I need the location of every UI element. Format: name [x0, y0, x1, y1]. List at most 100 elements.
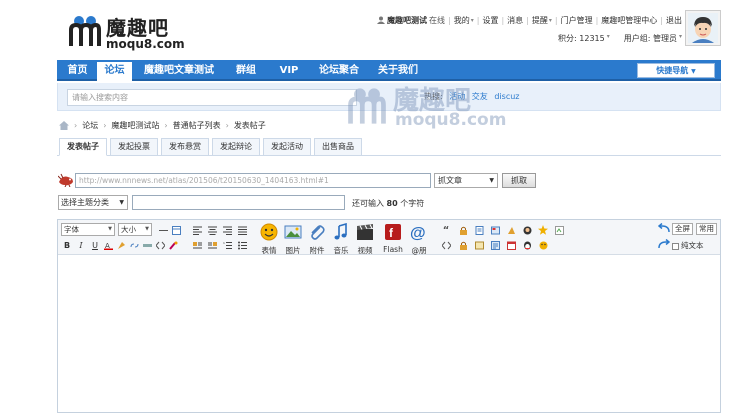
size-select[interactable]: 大小 ▼ [118, 223, 152, 236]
underline-icon[interactable]: U [90, 240, 100, 250]
topic-category-select[interactable]: 选择主题分类 ▼ [58, 195, 128, 210]
user-toolbar: 魔趣吧测试 在线 | 我的 ▾ | 设置 | 消息 | 提醒 ▾ | 门户管理 | … [377, 14, 682, 26]
font-color-icon[interactable]: A [103, 240, 113, 250]
font-select[interactable]: 字体 ▼ [61, 223, 115, 236]
chevron-down-icon: ▼ [145, 226, 149, 232]
attachment-button[interactable]: 附件 [306, 223, 328, 256]
messages-link[interactable]: 消息 [507, 15, 523, 26]
plaintext-toggle[interactable]: 纯文本 [672, 240, 704, 252]
hide-content-icon[interactable] [458, 240, 468, 250]
chevron-down-icon: ▼ [119, 199, 124, 206]
emoticon-button[interactable]: 表情 [258, 223, 280, 256]
link-icon[interactable] [129, 240, 139, 250]
notifications-link[interactable]: 提醒 [532, 15, 548, 26]
main-nav: 首页 论坛 魔趣吧文章测试 群组 VIP 论坛聚合 关于我们 快捷导航 ▼ [57, 60, 721, 81]
nav-item-aggregate[interactable]: 论坛聚合 [314, 60, 364, 81]
editor-content-area[interactable] [58, 256, 720, 412]
tab-trade[interactable]: 出售商品 [314, 138, 362, 156]
avatar[interactable] [685, 10, 721, 46]
free-content-icon[interactable] [474, 240, 484, 250]
format-brush-icon[interactable] [168, 240, 178, 250]
align-right-icon[interactable] [222, 225, 232, 235]
nav-item-about[interactable]: 关于我们 [373, 60, 423, 81]
page-icon[interactable] [474, 225, 484, 235]
watermark-logo-icon [348, 88, 386, 124]
code-icon[interactable] [155, 240, 165, 250]
portal-admin-link[interactable]: 门户管理 [561, 15, 593, 26]
flash-button[interactable]: f Flash [380, 223, 406, 254]
avatar-face-icon [688, 13, 718, 43]
qq-icon[interactable] [522, 240, 532, 250]
tab-reward[interactable]: 发布悬赏 [161, 138, 209, 156]
char-count: 80 [386, 199, 398, 208]
breadcrumb-forum[interactable]: 论坛 [82, 120, 98, 131]
table-icon[interactable] [171, 225, 181, 235]
calendar-icon[interactable] [506, 240, 516, 250]
post-type-tabs: 发表帖子 发起投票 发布悬赏 发起辩论 发起活动 出售商品 [59, 138, 365, 156]
profile-icon[interactable] [522, 225, 532, 235]
image-button[interactable]: 图片 [282, 223, 304, 256]
usergroup-link[interactable]: 用户组: 管理员 [624, 33, 677, 44]
star-icon[interactable] [538, 225, 548, 235]
music-button[interactable]: 音乐 [330, 222, 352, 256]
align-left-icon[interactable] [192, 225, 202, 235]
float-left-icon[interactable] [192, 240, 202, 250]
nav-item-forum[interactable]: 论坛 [97, 60, 132, 81]
site-logo[interactable]: 魔趣吧 moqu8.com [68, 10, 198, 51]
title-input[interactable] [132, 195, 345, 210]
nav-item-home[interactable]: 首页 [60, 60, 95, 81]
breadcrumb-list[interactable]: 普通帖子列表 [173, 120, 221, 131]
html-code-icon[interactable] [441, 240, 451, 250]
float-right-icon[interactable] [207, 240, 217, 250]
hr-icon[interactable] [158, 225, 168, 235]
svg-text:1: 1 [223, 241, 225, 245]
quote-icon[interactable]: “ [441, 225, 451, 236]
plaintext-checkbox[interactable] [672, 242, 679, 250]
background-color-icon[interactable] [116, 240, 126, 250]
home-icon[interactable] [59, 121, 69, 130]
grab-url-input[interactable]: http://www.nnnews.net/atlas/201506/t2015… [75, 173, 431, 188]
ordered-list-icon[interactable]: 1 [222, 240, 232, 250]
grab-button[interactable]: 抓取 [502, 173, 536, 188]
tab-poll[interactable]: 发起投票 [110, 138, 158, 156]
redo-icon[interactable] [658, 238, 671, 251]
unlink-icon[interactable] [142, 240, 152, 250]
nav-item-articles[interactable]: 魔趣吧文章测试 [139, 60, 219, 81]
topic-icon[interactable] [490, 240, 500, 250]
quick-nav-button[interactable]: 快捷导航 ▼ [637, 63, 715, 78]
undo-icon[interactable] [657, 222, 670, 235]
common-button[interactable]: 常用 [696, 223, 717, 235]
chevron-down-icon: ▾ [606, 33, 610, 40]
mention-button[interactable]: @ @朋 [408, 223, 430, 256]
search-input[interactable]: 请输入搜索内容 [67, 89, 357, 106]
username-link[interactable]: 魔趣吧测试 [387, 15, 427, 26]
points-link[interactable]: 积分: 12315 [558, 33, 605, 44]
chevron-down-icon: ▾ [470, 16, 474, 24]
insert-page-icon[interactable] [490, 225, 500, 235]
unordered-list-icon[interactable] [237, 240, 247, 250]
grab-type-select[interactable]: 抓文章 ▼ [434, 173, 498, 188]
italic-icon[interactable]: I [76, 240, 86, 250]
video-button[interactable]: 视频 [354, 223, 376, 256]
emoji-face-icon[interactable] [538, 240, 548, 250]
align-justify-icon[interactable] [237, 225, 247, 235]
logout-link[interactable]: 退出 [666, 15, 682, 26]
broken-image-icon[interactable] [554, 225, 564, 235]
tab-debate[interactable]: 发起辩论 [212, 138, 260, 156]
smiley-icon [260, 223, 278, 241]
bold-icon[interactable]: B [62, 240, 72, 250]
nav-item-groups[interactable]: 群组 [229, 60, 263, 81]
lock-icon[interactable] [458, 225, 468, 235]
chevron-down-icon: ▼ [691, 68, 696, 75]
tab-post[interactable]: 发表帖子 [59, 138, 107, 156]
breadcrumb-site[interactable]: 魔趣吧测试站 [111, 120, 159, 131]
spider-icon [58, 173, 73, 187]
settings-link[interactable]: 设置 [482, 15, 498, 26]
nav-item-vip[interactable]: VIP [272, 60, 306, 81]
align-center-icon[interactable] [207, 225, 217, 235]
fullscreen-button[interactable]: 全屏 [672, 223, 693, 235]
user-tag-icon[interactable] [506, 225, 516, 235]
my-menu-link[interactable]: 我的 [454, 15, 470, 26]
tab-activity[interactable]: 发起活动 [263, 138, 311, 156]
admin-center-link[interactable]: 魔趣吧管理中心 [601, 15, 657, 26]
